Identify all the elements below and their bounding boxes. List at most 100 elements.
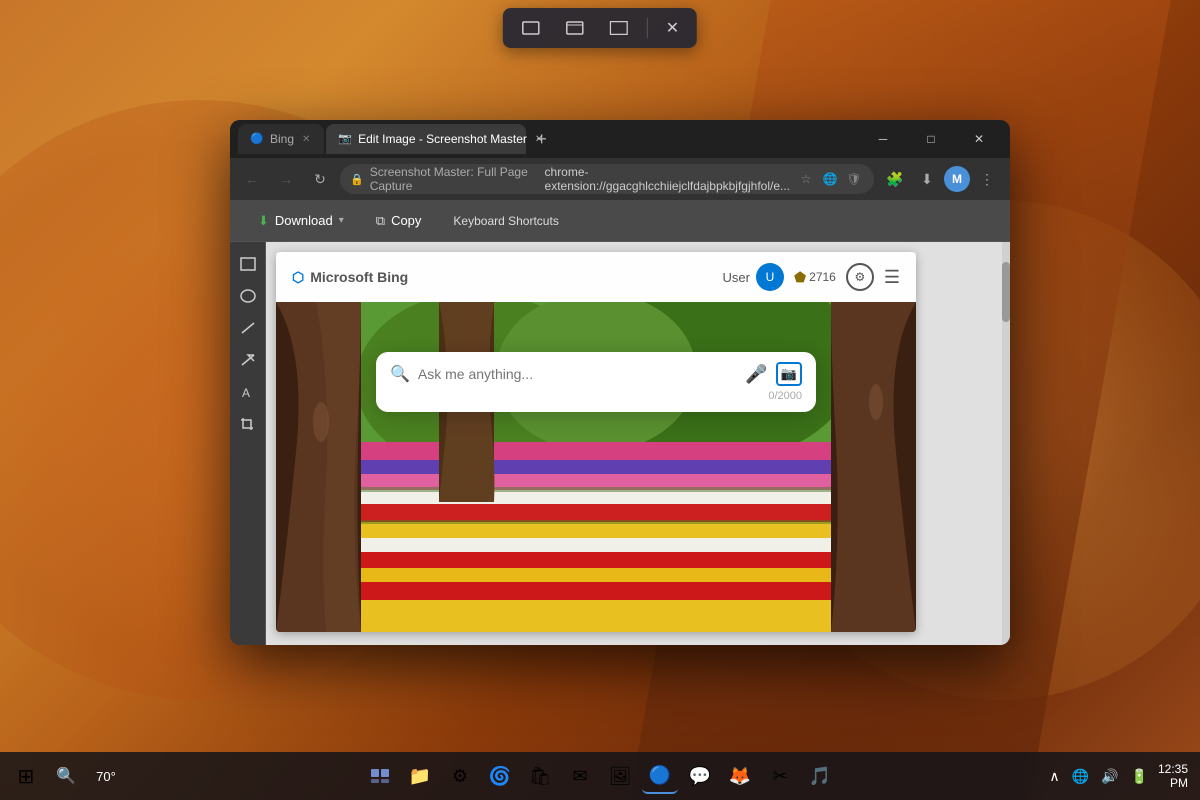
bing-header-right: User U ⬟ 2716 ⚙ ☰ [723,263,900,291]
download-button[interactable]: ⬇ Download ▾ [246,207,356,235]
scrollbar-thumb[interactable] [1002,262,1010,322]
taskbar-clock[interactable]: 12:35 PM [1158,762,1188,790]
canvas-scrollbar[interactable] [1002,242,1010,645]
window-controls: ─ □ ✕ [860,124,1002,154]
bing-logo: ⬡ Microsoft Bing [292,269,408,286]
close-button[interactable]: ✕ [956,124,1002,154]
taskbar-spotify[interactable]: 🎵 [802,758,838,794]
tab-bing-label: Bing [270,132,294,146]
taskbar-store[interactable]: 🛍 [522,758,558,794]
tray-chevron[interactable]: ∧ [1045,764,1063,789]
window-snip-button[interactable] [559,14,591,42]
download-nav-button[interactable]: ⬇ [912,165,942,193]
site-name: Screenshot Master: Full Page Capture [370,165,529,193]
clock-time: 12:35 [1158,762,1188,776]
text-tool[interactable]: A [234,378,262,406]
temperature-display: 70° [96,769,116,784]
bing-search-row: 🔍 🎤 📷 [390,362,802,386]
bing-menu-button[interactable]: ☰ [884,267,900,288]
copy-label: Copy [391,213,421,228]
taskbar-teams[interactable]: 💬 [682,758,718,794]
taskbar-snip[interactable]: ✂ [762,758,798,794]
forward-button[interactable]: → [272,165,300,193]
bing-avatar: U [756,263,784,291]
copy-button[interactable]: ⧉ Copy [364,207,434,235]
address-bar-icons: ☆ 🌐 🛡 [796,169,864,189]
bing-logo-icon: ⬡ [292,269,304,286]
bing-mic-icon[interactable]: 🎤 [745,364,767,385]
line-tool[interactable] [234,314,262,342]
maximize-button[interactable]: □ [908,124,954,154]
taskbar-temp: 70° [88,758,124,794]
editor-area: A ⬡ Microsoft Bing [230,242,1010,645]
extensions-button[interactable]: 🧩 [880,165,910,193]
nav-actions: 🧩 ⬇ M ⋮ [880,165,1002,193]
lock-icon: 🔒 [350,173,364,186]
rectangle-tool[interactable] [234,250,262,278]
bing-user-label: User [723,270,750,285]
extension-icon[interactable]: 🌐 [820,169,840,189]
tab-bing[interactable]: 🔵 Bing ✕ [238,124,324,154]
snip-close-button[interactable]: ✕ [660,14,685,42]
bookmark-icon[interactable]: ☆ [796,169,816,189]
bing-char-count: 0/2000 [390,390,802,402]
download-label: Download [275,213,333,228]
tab-bar: 🔵 Bing ✕ 📷 Edit Image - Screenshot Maste… [238,124,856,154]
tray-network[interactable]: 🌐 [1068,764,1093,789]
taskbar-task-view[interactable] [362,758,398,794]
download-icon: ⬇ [258,213,269,229]
bing-search-input[interactable] [418,366,737,382]
tray-sound[interactable]: 🔊 [1097,764,1122,789]
tab-screenshot-close[interactable]: ✕ [533,132,545,147]
bing-search-icon: 🔍 [390,364,410,384]
left-toolbar: A [230,242,266,645]
taskbar-photos[interactable]: 🖼 [602,758,638,794]
bing-hero: 🔍 🎤 📷 0/2000 [276,302,916,632]
taskbar-right: ∧ 🌐 🔊 🔋 12:35 PM [1045,762,1200,790]
taskbar-file-explorer[interactable]: 📁 [402,758,438,794]
tray-battery[interactable]: 🔋 [1127,764,1152,789]
taskbar-search[interactable]: 🔍 [48,758,84,794]
bing-header: ⬡ Microsoft Bing User U ⬟ 2716 [276,252,916,302]
profile-button[interactable]: M [944,166,970,192]
bing-screenshot: ⬡ Microsoft Bing User U ⬟ 2716 [276,252,916,632]
minimize-button[interactable]: ─ [860,124,906,154]
refresh-button[interactable]: ↻ [306,165,334,193]
snip-toolbar-divider [647,18,648,38]
taskbar-left: ⊞ 🔍 70° [0,758,124,794]
tab-screenshot-favicon: 📷 [338,132,352,146]
back-button[interactable]: ← [238,165,266,193]
bing-settings-icon[interactable]: ⚙ [846,263,874,291]
bing-points-icon: ⬟ [794,269,806,286]
fullscreen-snip-button[interactable] [603,14,635,42]
taskbar: ⊞ 🔍 70° 📁 ⚙ 🌀 🛍 ✉ 🖼 🔵 💬 🦊 ✂ 🎵 ∧ [0,752,1200,800]
crop-tool[interactable] [234,410,262,438]
more-button[interactable]: ⋮ [972,165,1002,193]
address-bar[interactable]: 🔒 Screenshot Master: Full Page Capture c… [340,164,874,194]
tab-bing-favicon: 🔵 [250,132,264,146]
bing-points: ⬟ 2716 [794,269,836,286]
shield-icon[interactable]: 🛡 [844,169,864,189]
tab-bing-close[interactable]: ✕ [300,132,312,147]
ellipse-tool[interactable] [234,282,262,310]
bing-user-info: User U [723,263,784,291]
bing-search-box: 🔍 🎤 📷 0/2000 [376,352,816,412]
tab-screenshot-master[interactable]: 📷 Edit Image - Screenshot Master ✕ [326,124,526,154]
taskbar-edge[interactable]: 🌀 [482,758,518,794]
keyboard-shortcuts-button[interactable]: Keyboard Shortcuts [441,208,570,234]
taskbar-mail[interactable]: ✉ [562,758,598,794]
taskbar-settings[interactable]: ⚙ [442,758,478,794]
keyboard-shortcuts-label: Keyboard Shortcuts [453,214,558,228]
tab-screenshot-label: Edit Image - Screenshot Master [358,132,527,146]
start-button[interactable]: ⊞ [8,758,44,794]
rectangle-snip-button[interactable] [515,14,547,42]
system-tray: ∧ 🌐 🔊 🔋 [1045,764,1152,789]
bing-camera-icon[interactable]: 📷 [776,362,802,386]
copy-icon: ⧉ [376,213,385,229]
arrow-tool[interactable] [234,346,262,374]
screenshot-master-toolbar: ⬇ Download ▾ ⧉ Copy Keyboard Shortcuts [230,200,1010,242]
taskbar-firefox[interactable]: 🦊 [722,758,758,794]
bing-points-value: 2716 [809,270,836,284]
desktop: ✕ 🔵 Bing ✕ 📷 Edit Image - Screenshot Mas… [0,0,1200,800]
taskbar-chrome[interactable]: 🔵 [642,758,678,794]
